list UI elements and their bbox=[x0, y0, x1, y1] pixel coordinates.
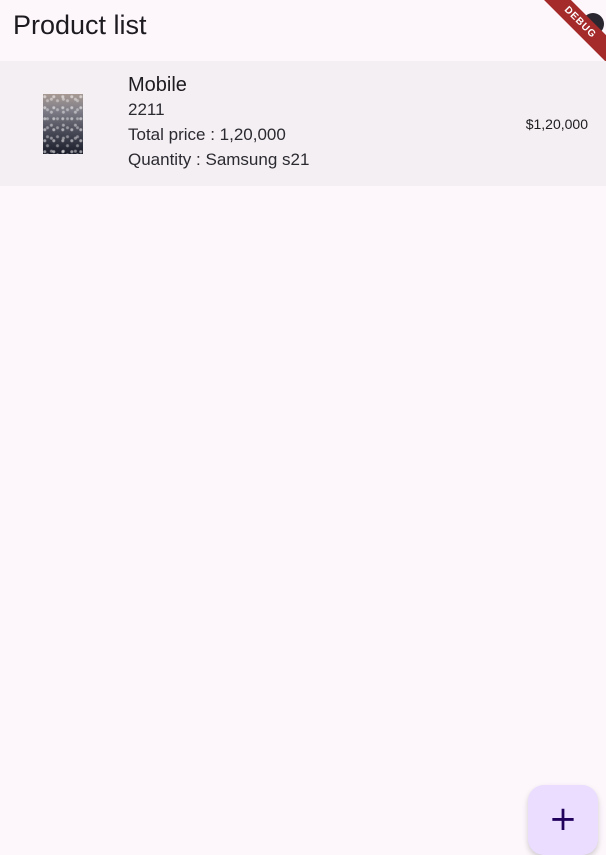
page-title: Product list bbox=[13, 10, 147, 40]
product-name: Mobile bbox=[128, 74, 187, 96]
list-item[interactable]: Mobile 2211 Total price : 1,20,000 Quant… bbox=[0, 61, 606, 186]
add-product-button[interactable]: + bbox=[528, 785, 598, 855]
product-quantity: Quantity : Samsung s21 bbox=[128, 150, 310, 169]
app-bar: Product list bbox=[0, 0, 606, 57]
product-code: 2211 bbox=[128, 100, 165, 119]
product-total-price: Total price : 1,20,000 bbox=[128, 125, 286, 144]
plus-icon: + bbox=[548, 799, 578, 839]
product-image bbox=[43, 94, 83, 154]
product-list: Mobile 2211 Total price : 1,20,000 Quant… bbox=[0, 61, 606, 186]
product-price: $1,20,000 bbox=[525, 116, 588, 132]
product-info: Mobile 2211 Total price : 1,20,000 Quant… bbox=[128, 73, 309, 172]
